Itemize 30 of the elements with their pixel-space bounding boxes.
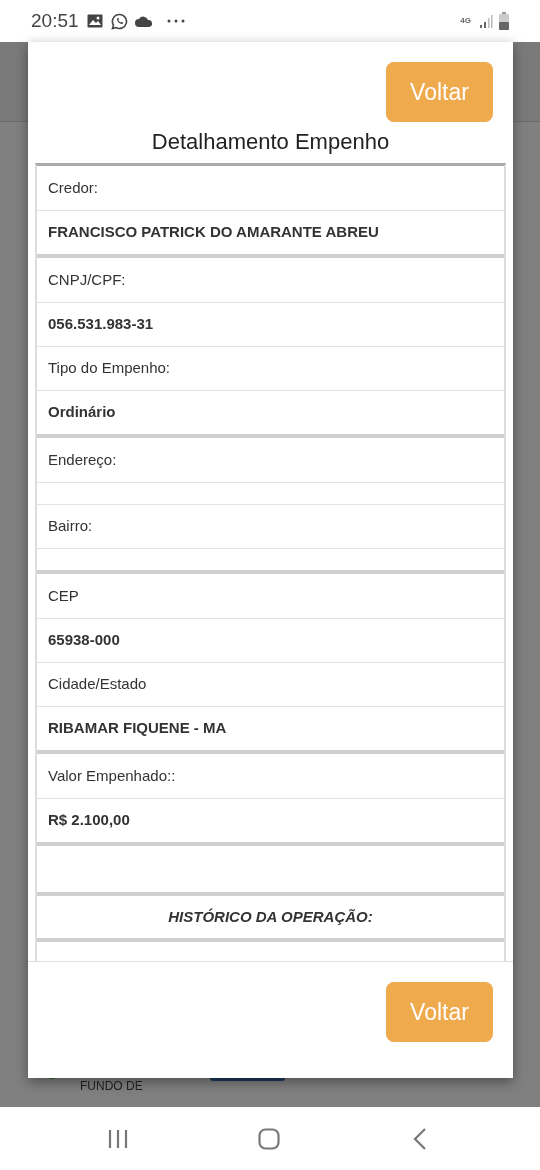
field-value: R$ 2.100,00 [37, 798, 504, 842]
field-label: Tipo do Empenho: [37, 346, 504, 390]
field-label: CNPJ/CPF: [47, 269, 127, 290]
field-value: FRANCISCO PATRICK DO AMARANTE ABREU [37, 210, 504, 254]
section-heading: HISTÓRICO DA OPERAÇÃO: [167, 906, 374, 927]
field-value: RIBAMAR FIQUENE - MA [37, 706, 504, 750]
fund-label: FUNDO DE [80, 1078, 143, 1095]
status-time: 20:51 [31, 8, 79, 33]
field-label: CEP [47, 585, 80, 606]
field-value: 056.531.983-31 [37, 302, 504, 346]
more-icon [166, 19, 185, 23]
field-label: Bairro: [37, 504, 504, 548]
field-value: Ordinário [37, 390, 504, 434]
field-label: Cidade/Estado [37, 662, 504, 706]
field-label: Credor: [47, 177, 100, 198]
battery-icon [499, 12, 509, 30]
back-button[interactable]: Voltar [386, 62, 493, 122]
network-type: 4G [460, 17, 471, 25]
dialog-title: Detalhamento Empenho [150, 128, 391, 156]
back-button[interactable]: Voltar [386, 982, 493, 1042]
cloud-icon [134, 15, 153, 27]
image-icon [86, 14, 103, 28]
back-icon[interactable] [413, 1128, 427, 1150]
home-icon[interactable] [258, 1128, 280, 1150]
field-label: Valor Empenhado:: [47, 765, 177, 786]
chat-bubble-icon [110, 12, 128, 30]
field-label: Endereço: [47, 449, 118, 470]
signal-icon [479, 14, 493, 28]
field-value: 65938-000 [37, 618, 504, 662]
recent-apps-icon[interactable] [108, 1129, 128, 1149]
